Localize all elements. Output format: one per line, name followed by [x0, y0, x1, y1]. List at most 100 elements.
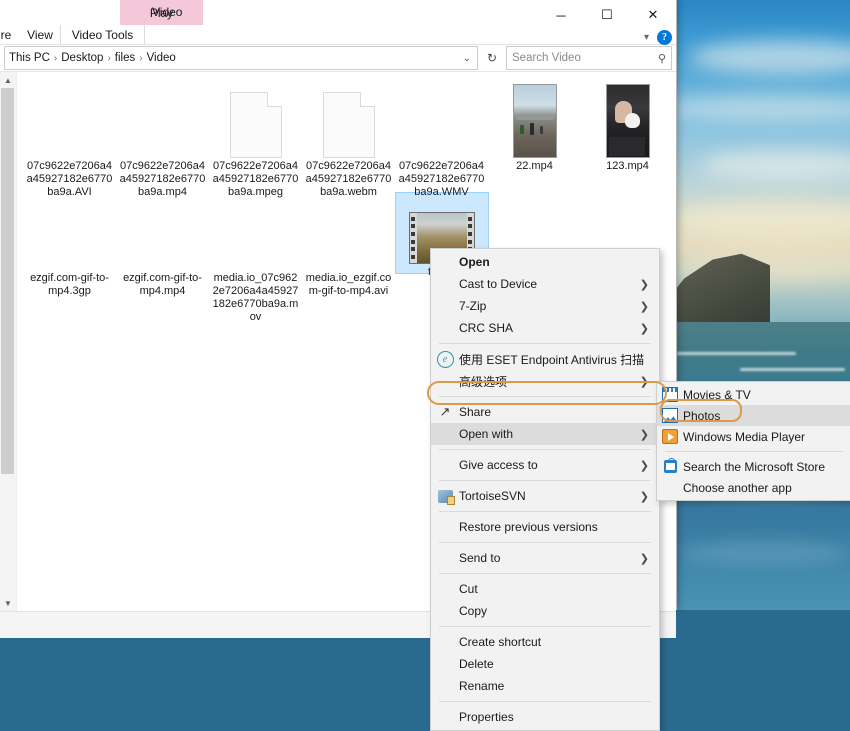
- windows-media-player-icon: [657, 429, 683, 444]
- context-menu-item-advanced-options[interactable]: 高级选项 ❯: [431, 370, 659, 392]
- document-icon: [323, 92, 375, 158]
- file-item[interactable]: 07c9622e7206a4a45927182e6770ba9a.mpeg: [209, 80, 302, 201]
- file-item[interactable]: 07c9622e7206a4a45927182e6770ba9a.webm: [302, 80, 395, 201]
- menu-item-label: Cast to Device: [459, 277, 640, 291]
- menu-separator: [439, 573, 651, 574]
- file-icon: [581, 80, 674, 158]
- file-item[interactable]: 123.mp4: [581, 80, 674, 175]
- menu-separator: [439, 396, 651, 397]
- maximize-button[interactable]: ☐: [584, 0, 630, 30]
- submenu-item-choose-another-app[interactable]: Choose another app: [657, 477, 850, 498]
- submenu-item-windows-media-player[interactable]: Windows Media Player: [657, 426, 850, 447]
- file-name: media.io_ezgif.com-gif-to-mp4.avi: [302, 270, 395, 300]
- context-menu-item-send-to[interactable]: Send to ❯: [431, 547, 659, 569]
- menu-separator: [439, 626, 651, 627]
- filmstrip-perforations-left: [410, 213, 417, 263]
- context-menu-item-copy[interactable]: Copy: [431, 600, 659, 622]
- menu-item-label: Copy: [459, 604, 653, 618]
- context-menu-item-properties[interactable]: Properties: [431, 706, 659, 728]
- file-item[interactable]: media.io_07c9622e7206a4a45927182e6770ba9…: [209, 192, 302, 326]
- breadcrumb-item-0[interactable]: This PC: [7, 52, 52, 64]
- tab-share[interactable]: re: [0, 25, 20, 44]
- scroll-down-icon[interactable]: ▼: [0, 595, 16, 611]
- breadcrumb-item-1[interactable]: Desktop: [59, 52, 105, 64]
- search-icon[interactable]: ⚲: [658, 52, 666, 65]
- file-icon: [302, 80, 395, 158]
- file-item[interactable]: ezgif.com-gif-to-mp4.3gp: [23, 192, 116, 300]
- menu-item-label: CRC SHA: [459, 321, 640, 335]
- search-box[interactable]: Search Video ⚲: [506, 46, 672, 70]
- ribbon-right-controls: ▾ ?: [644, 30, 672, 45]
- file-item[interactable]: media.io_ezgif.com-gif-to-mp4.avi: [302, 192, 395, 300]
- context-menu-item-open-with[interactable]: Open with ❯: [431, 423, 659, 445]
- scrollbar-thumb[interactable]: [1, 88, 14, 474]
- context-menu-item-cut[interactable]: Cut: [431, 578, 659, 600]
- video-thumbnail: [606, 84, 650, 158]
- chevron-right-icon: ❯: [640, 278, 653, 291]
- menu-separator: [439, 511, 651, 512]
- scroll-up-icon[interactable]: ▲: [0, 72, 16, 88]
- file-item[interactable]: ezgif.com-gif-to-mp4.mp4: [116, 192, 209, 300]
- search-input[interactable]: Search Video: [512, 52, 581, 64]
- breadcrumb[interactable]: This PC › Desktop › files › Video ⌄: [4, 46, 478, 70]
- submenu-item-search-microsoft-store[interactable]: Search the Microsoft Store: [657, 456, 850, 477]
- photos-icon: [657, 408, 683, 423]
- open-with-submenu: Movies & TV Photos Windows Media Player …: [656, 381, 850, 501]
- context-menu-item-7-zip[interactable]: 7-Zip ❯: [431, 295, 659, 317]
- menu-item-label: Open: [459, 255, 653, 269]
- file-icon: [209, 80, 302, 158]
- menu-item-label: Properties: [459, 710, 653, 724]
- wallpaper-shine: [680, 540, 850, 566]
- video-tools-label: Video Tools: [60, 25, 145, 44]
- context-menu-item-eset-scan[interactable]: e 使用 ESET Endpoint Antivirus 扫描: [431, 348, 659, 370]
- document-icon: [230, 92, 282, 158]
- vertical-scrollbar[interactable]: ▲ ▼: [0, 72, 17, 611]
- submenu-item-photos[interactable]: Photos: [657, 405, 850, 426]
- window-title: Video: [152, 5, 182, 19]
- chevron-right-icon: ❯: [640, 300, 653, 313]
- context-menu-item-give-access-to[interactable]: Give access to ❯: [431, 454, 659, 476]
- context-menu-item-restore-previous-versions[interactable]: Restore previous versions: [431, 516, 659, 538]
- breadcrumb-dropdown-icon[interactable]: ⌄: [463, 53, 475, 64]
- context-menu-item-cast-to-device[interactable]: Cast to Device ❯: [431, 273, 659, 295]
- movies-tv-icon: [657, 387, 683, 402]
- context-menu-item-delete[interactable]: Delete: [431, 653, 659, 675]
- file-icon: [23, 192, 116, 270]
- tab-view[interactable]: View: [22, 25, 58, 44]
- breadcrumb-item-2[interactable]: files: [113, 52, 137, 64]
- file-item[interactable]: 07c9622e7206a4a45927182e6770ba9a.mp4: [116, 80, 209, 201]
- file-name: 22.mp4: [488, 158, 581, 175]
- breadcrumb-separator: ›: [105, 53, 112, 64]
- help-icon[interactable]: ?: [657, 30, 672, 45]
- submenu-item-label: Windows Media Player: [683, 430, 805, 444]
- submenu-item-label: Photos: [683, 409, 720, 423]
- menu-item-label: Open with: [459, 427, 640, 441]
- video-thumbnail: [513, 84, 557, 158]
- file-item[interactable]: 22.mp4: [488, 80, 581, 175]
- file-item[interactable]: 07c9622e7206a4a45927182e6770ba9a.AVI: [23, 80, 116, 201]
- microsoft-store-icon: [657, 460, 683, 473]
- refresh-icon[interactable]: ↻: [482, 47, 502, 69]
- file-item[interactable]: 07c9622e7206a4a45927182e6770ba9a.WMV: [395, 80, 488, 201]
- close-button[interactable]: ✕: [630, 0, 676, 30]
- menu-separator: [439, 701, 651, 702]
- minimize-button[interactable]: ─: [538, 0, 584, 30]
- context-menu-item-open[interactable]: Open: [431, 251, 659, 273]
- file-icon: [116, 80, 209, 158]
- file-name: media.io_07c9622e7206a4a45927182e6770ba9…: [209, 270, 302, 326]
- context-menu-item-create-shortcut[interactable]: Create shortcut: [431, 631, 659, 653]
- chevron-down-icon[interactable]: ▾: [644, 32, 649, 43]
- breadcrumb-item-3[interactable]: Video: [145, 52, 178, 64]
- breadcrumb-separator: ›: [52, 53, 59, 64]
- menu-separator: [439, 480, 651, 481]
- context-menu-item-rename[interactable]: Rename: [431, 675, 659, 697]
- file-icon: [395, 80, 488, 158]
- file-icon: [209, 192, 302, 270]
- submenu-item-movies-tv[interactable]: Movies & TV: [657, 384, 850, 405]
- chevron-right-icon: ❯: [640, 552, 653, 565]
- context-menu-item-tortoisesvn[interactable]: TortoiseSVN ❯: [431, 485, 659, 507]
- window-controls: ─ ☐ ✕: [538, 0, 676, 30]
- context-menu-item-share[interactable]: ↗ Share: [431, 401, 659, 423]
- context-menu-item-crc-sha[interactable]: CRC SHA ❯: [431, 317, 659, 339]
- breadcrumb-separator: ›: [137, 53, 144, 64]
